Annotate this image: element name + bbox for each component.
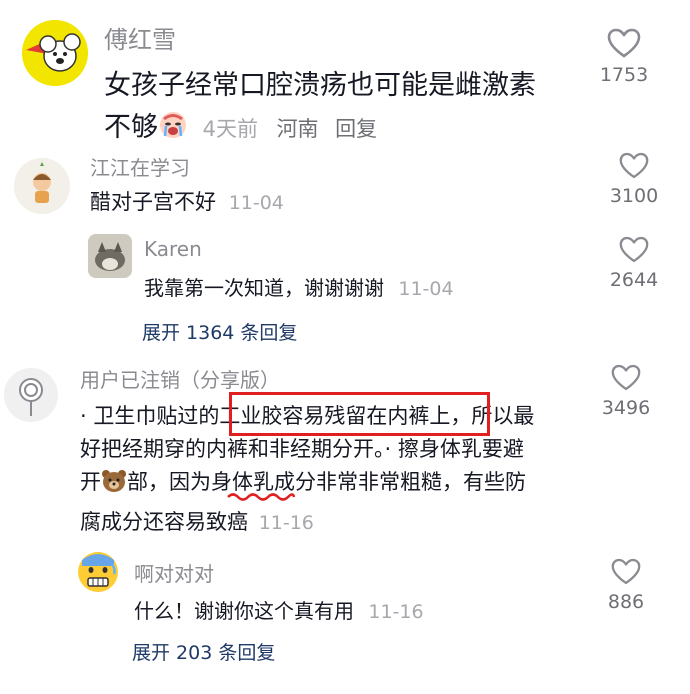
reply-time: 11-16 bbox=[368, 601, 424, 623]
reply-text: 什么！谢谢你这个真有用 bbox=[134, 599, 354, 623]
reply-text: 我靠第一次知道，谢谢谢谢 bbox=[144, 276, 384, 300]
comment-time: 11-16 bbox=[258, 512, 314, 534]
like-button[interactable]: 1753 bbox=[584, 28, 664, 86]
koala-avatar-icon bbox=[22, 20, 88, 86]
comment-text-line: 开部，因为身体乳成分非常非常粗糙，有些防 bbox=[80, 466, 526, 498]
comment-item: 江江在学习 醋对子宫不好 11-04 3100 Karen 我靠第一次知道，谢谢… bbox=[0, 150, 690, 360]
like-count: 3496 bbox=[601, 397, 651, 419]
comment-text-segment: · 卫生巾贴过的 bbox=[80, 404, 220, 428]
comment-text-line: 腐成分还容易致癌 11-16 bbox=[80, 506, 314, 536]
reply-author[interactable]: 啊对对对 bbox=[134, 558, 214, 587]
avatar[interactable] bbox=[76, 550, 120, 594]
comment-text-second-line: 不够 4天前 河南 回复 bbox=[104, 105, 377, 147]
comment-text-segment: 成分非常非常粗糙，有些防 bbox=[274, 470, 526, 494]
heart-icon bbox=[611, 558, 641, 585]
reply-text-row: 我靠第一次知道，谢谢谢谢 11-04 bbox=[144, 272, 454, 301]
comment-item: 用户已注销（分享版） · 卫生巾贴过的工业胶容易残留在内裤上，所以最 好把经期穿… bbox=[0, 360, 690, 694]
comment-text-line: 女孩子经常口腔溃疡也可能是雌激素 bbox=[104, 70, 536, 101]
red-highlight-box bbox=[229, 392, 490, 436]
avatar[interactable] bbox=[14, 158, 70, 214]
like-count: 886 bbox=[607, 591, 645, 613]
comment-text-row: 醋对子宫不好 11-04 bbox=[90, 186, 284, 216]
like-button[interactable]: 2644 bbox=[594, 236, 674, 291]
crying-face-icon bbox=[158, 110, 188, 147]
comment-item: 傅红雪 女孩子经常口腔溃疡也可能是雌激素 不够 4天前 河南 回复 1753 bbox=[0, 0, 690, 150]
heart-icon bbox=[607, 28, 641, 58]
expand-replies-button[interactable]: 展开 1364 条回复 bbox=[142, 318, 297, 345]
reply-text-row: 什么！谢谢你这个真有用 11-16 bbox=[134, 595, 424, 624]
comment-time: 4天前 bbox=[202, 117, 258, 141]
comment-location: 河南 bbox=[276, 117, 319, 141]
comment-time: 11-04 bbox=[228, 192, 284, 214]
heart-icon bbox=[619, 236, 649, 263]
comment-text: 醋对子宫不好 bbox=[90, 190, 216, 214]
cartoon-person-avatar-icon bbox=[14, 158, 70, 214]
avatar[interactable] bbox=[88, 234, 132, 278]
comment-text-line: 不够 bbox=[104, 112, 158, 143]
heart-icon bbox=[619, 152, 649, 179]
reply-time: 11-04 bbox=[398, 278, 454, 300]
like-button[interactable]: 886 bbox=[586, 558, 666, 613]
comment-author[interactable]: 江江在学习 bbox=[90, 152, 190, 181]
reply-button[interactable]: 回复 bbox=[335, 117, 377, 141]
comment-text: 女孩子经常口腔溃疡也可能是雌激素 bbox=[104, 63, 536, 102]
like-count: 3100 bbox=[609, 185, 659, 207]
like-button[interactable]: 3496 bbox=[586, 364, 666, 419]
reply-author[interactable]: Karen bbox=[144, 237, 202, 261]
cat-photo-avatar-icon bbox=[88, 234, 132, 278]
comment-text-segment: 部，因为 bbox=[127, 470, 211, 494]
bear-face-icon bbox=[101, 469, 127, 498]
avatar[interactable] bbox=[4, 368, 58, 422]
like-count: 2644 bbox=[609, 269, 659, 291]
comment-text-segment: 开 bbox=[80, 470, 101, 494]
comment-author[interactable]: 傅红雪 bbox=[104, 20, 176, 55]
comment-text-segment: 腐成分还容易致癌 bbox=[80, 510, 248, 534]
heart-icon bbox=[611, 364, 641, 391]
default-user-avatar-icon bbox=[4, 368, 58, 422]
grimacing-face-avatar-icon bbox=[78, 552, 118, 592]
comment-text-segment: 好把经期穿的内裤和非经期分开。· 擦身体乳要避 bbox=[80, 437, 524, 461]
red-squiggle-underline bbox=[227, 493, 296, 501]
comment-author[interactable]: 用户已注销（分享版） bbox=[80, 364, 280, 393]
like-count: 1753 bbox=[599, 64, 649, 86]
like-button[interactable]: 3100 bbox=[594, 152, 674, 207]
expand-replies-button[interactable]: 展开 203 条回复 bbox=[132, 638, 275, 665]
comment-text-line: 好把经期穿的内裤和非经期分开。· 擦身体乳要避 bbox=[80, 433, 524, 463]
avatar[interactable] bbox=[22, 20, 88, 86]
